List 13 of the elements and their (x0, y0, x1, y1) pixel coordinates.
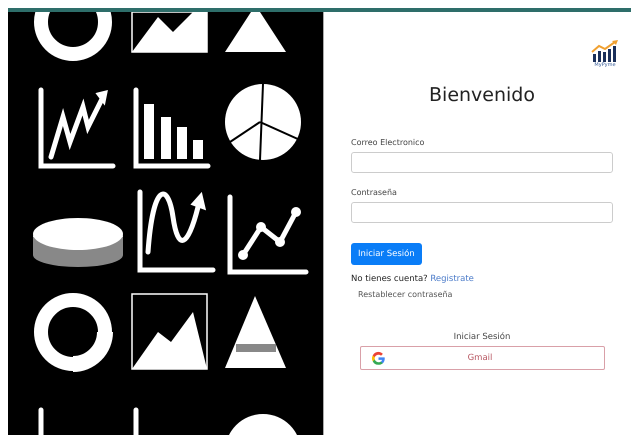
input-field[interactable] (351, 202, 613, 223)
welcome-title: Bienvenido (428, 84, 536, 106)
reset-password-link[interactable]: Restablecer contraseña (358, 290, 613, 299)
gmail-button[interactable]: Gmail (360, 346, 605, 370)
field-label: Correo Electronico (351, 138, 426, 147)
register-link[interactable]: Registrate (430, 274, 474, 284)
login-button[interactable]: Iniciar Sesión (351, 243, 422, 265)
google-icon (371, 350, 386, 366)
social-login-heading: Iniciar Sesión (452, 332, 512, 342)
register-prompt: No tienes cuenta? Registrate (351, 274, 475, 284)
logo-icon (591, 40, 619, 62)
field-label: Contraseña (351, 188, 398, 197)
input-field[interactable] (351, 152, 613, 173)
